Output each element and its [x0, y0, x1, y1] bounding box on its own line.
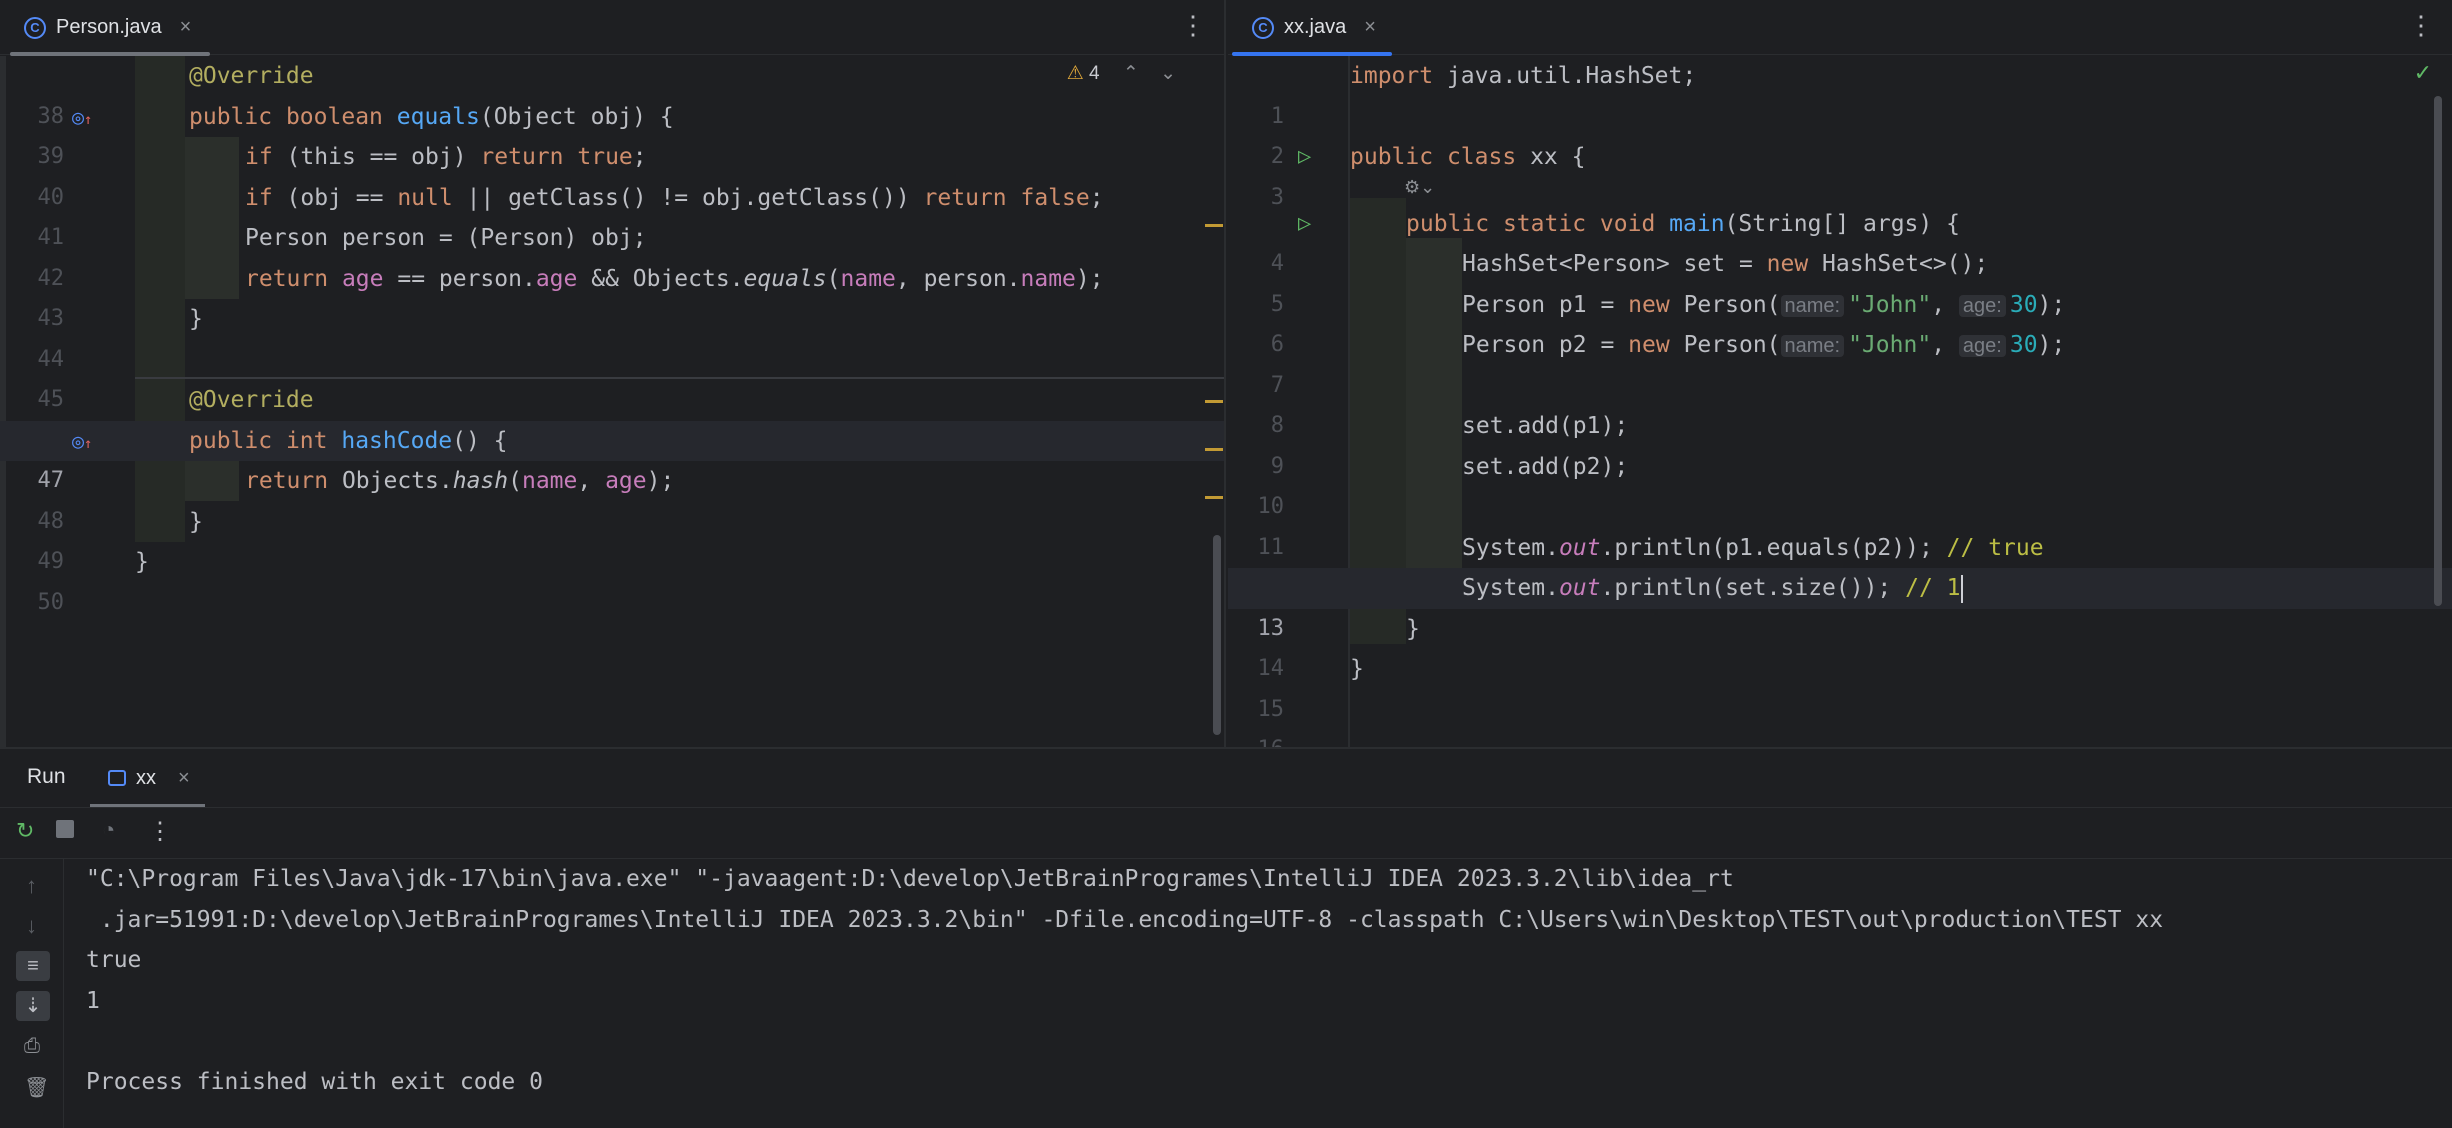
code-line[interactable]: 46 @Override — [0, 380, 1224, 453]
run-tool-window: Run xx × ↻ ◔ ⋮ ↑ ↓ ≡ ⇣ ⎙ 🗑 "C:\Program F… — [0, 747, 2452, 1128]
run-gutter-icon[interactable]: ▷ — [1298, 137, 1311, 178]
line-number: 50 — [37, 589, 65, 615]
right-editor-pane: C xx.java × ⋮ ✓ 1 import java.util.HashS… — [1228, 0, 2452, 747]
code-line[interactable]: 7 Person p2 = new Person(name: "John", ag… — [1228, 325, 2452, 398]
soft-wrap-icon[interactable]: ≡ — [16, 951, 50, 981]
close-icon[interactable]: × — [178, 767, 190, 790]
run-tab-xx[interactable]: xx × — [108, 749, 190, 807]
close-icon[interactable]: × — [1364, 16, 1376, 39]
code-line[interactable]: 5 HashSet<Person> set = new HashSet<>(); — [1228, 244, 2452, 317]
code-line[interactable]: 1 import java.util.HashSet; — [1228, 56, 2452, 129]
console-line: 1 — [86, 987, 100, 1014]
console-line: .jar=51991:D:\develop\JetBrainProgrames\… — [86, 906, 2164, 933]
code-line[interactable]: 6 Person p1 = new Person(name: "John", ag… — [1228, 285, 2452, 358]
code-line[interactable]: 9 set.add(p1); — [1228, 406, 2452, 479]
right-tab-bar: C xx.java × ⋮ — [1228, 0, 2452, 56]
code-line-inlay: ⚙⌄ — [1228, 177, 2452, 204]
code-line[interactable]: 44 } — [0, 299, 1224, 372]
code-line-current[interactable]: 13 System.out.println(set.size()); // 1 — [1228, 568, 2452, 641]
left-editor-pane: C Person.java × ⋮ ⚠ 4 ⌃ ⌄ 38 @Override 3… — [0, 0, 1226, 747]
text-caret — [1960, 574, 1963, 603]
more-options-icon[interactable]: ⋮ — [1180, 10, 1206, 41]
override-gutter-icon[interactable]: ◎↑ — [72, 97, 92, 141]
run-tab-label: xx — [136, 766, 156, 789]
line-number: 16 — [1228, 730, 1285, 747]
print-icon[interactable]: ⎙ — [24, 1035, 40, 1058]
error-stripe-mark[interactable] — [1205, 496, 1223, 499]
code-line[interactable]: 40 if (this == obj) return true; — [0, 137, 1224, 210]
tab-label: xx.java — [1284, 16, 1347, 38]
run-gutter-icon[interactable]: ▷ — [1298, 204, 1311, 245]
code-line[interactable]: 2 — [1228, 97, 2452, 169]
arrow-down-icon[interactable]: ↓ — [26, 913, 37, 939]
ai-action-icon[interactable]: ⚙⌄ — [1404, 168, 1435, 209]
code-line[interactable]: 39 ◎↑ public boolean equals(Object obj) … — [0, 97, 1224, 170]
code-line-current[interactable]: 47 ◎↑ public int hashCode() { — [0, 420, 1224, 493]
run-config-icon — [108, 770, 126, 786]
console-output[interactable]: "C:\Program Files\Java\jdk-17\bin\java.e… — [86, 859, 2452, 1128]
code-line[interactable]: 10 set.add(p2); — [1228, 447, 2452, 520]
code-line[interactable]: 41 if (obj == null || getClass() != obj.… — [0, 178, 1224, 251]
console-line: true — [86, 947, 142, 973]
debug-icon[interactable]: ◔ — [102, 817, 115, 843]
class-file-icon: C — [1252, 16, 1274, 39]
code-line[interactable]: 48 return Objects.hash(name, age); — [0, 461, 1224, 534]
code-line[interactable]: 45 — [0, 340, 1224, 412]
class-file-icon: C — [24, 16, 46, 39]
run-toolbar: ↻ ◔ ⋮ — [0, 807, 2452, 859]
param-hint: age: — [1958, 335, 2006, 357]
code-line[interactable]: 11 — [1228, 487, 2452, 560]
param-hint: name: — [1780, 335, 1845, 357]
more-options-icon[interactable]: ⋮ — [2408, 10, 2434, 41]
code-line[interactable]: 43 return age == person.age && Objects.e… — [0, 259, 1224, 332]
arrow-up-icon[interactable]: ↑ — [26, 873, 37, 899]
vertical-scrollbar[interactable] — [2434, 96, 2442, 606]
tab-person-java[interactable]: C Person.java × — [0, 0, 210, 56]
code-line[interactable]: 38 @Override — [0, 56, 1224, 129]
editor-area: C Person.java × ⋮ ⚠ 4 ⌃ ⌄ 38 @Override 3… — [0, 0, 2452, 747]
tab-xx-java[interactable]: C xx.java × — [1228, 0, 1394, 56]
trash-icon[interactable]: 🗑 — [24, 1075, 49, 1100]
code-line[interactable]: 12 System.out.println(p1.equals(p2)); //… — [1228, 528, 2452, 601]
console-line: "C:\Program Files\Java\jdk-17\bin\java.e… — [86, 866, 1734, 892]
tab-label: Person.java — [56, 16, 162, 38]
param-hint: age: — [1958, 294, 2006, 317]
more-options-icon[interactable]: ⋮ — [148, 817, 172, 846]
param-hint: name: — [1780, 294, 1845, 317]
code-line[interactable]: 16 — [1228, 690, 2452, 747]
code-line[interactable]: 14 } — [1228, 609, 2452, 682]
vertical-scrollbar[interactable] — [1213, 535, 1221, 735]
scroll-to-end-icon[interactable]: ⇣ — [16, 991, 50, 1021]
rerun-icon[interactable]: ↻ — [16, 818, 34, 844]
console-line: Process finished with exit code 0 — [86, 1068, 543, 1095]
close-icon[interactable]: × — [180, 16, 192, 39]
stop-icon[interactable] — [56, 820, 74, 838]
left-tab-bar: C Person.java × ⋮ — [0, 0, 1224, 56]
code-line[interactable]: 49 } — [0, 502, 1224, 575]
code-line[interactable]: 42 Person person = (Person) obj; — [0, 218, 1224, 291]
error-stripe-mark[interactable] — [1205, 448, 1223, 451]
code-line[interactable]: 50 } — [0, 542, 1224, 615]
run-panel-title[interactable]: Run — [27, 765, 66, 789]
error-stripe-mark[interactable] — [1205, 400, 1223, 403]
run-side-toolbar: ↑ ↓ ≡ ⇣ ⎙ 🗑 — [0, 859, 64, 1128]
code-line[interactable]: 8 — [1228, 366, 2452, 438]
override-gutter-icon[interactable]: ◎↑ — [72, 421, 92, 465]
code-line[interactable]: 15 } — [1228, 649, 2452, 722]
code-line[interactable]: 4 ▷ public static void main(String[] arg… — [1228, 204, 2452, 277]
error-stripe-mark[interactable] — [1205, 224, 1223, 227]
